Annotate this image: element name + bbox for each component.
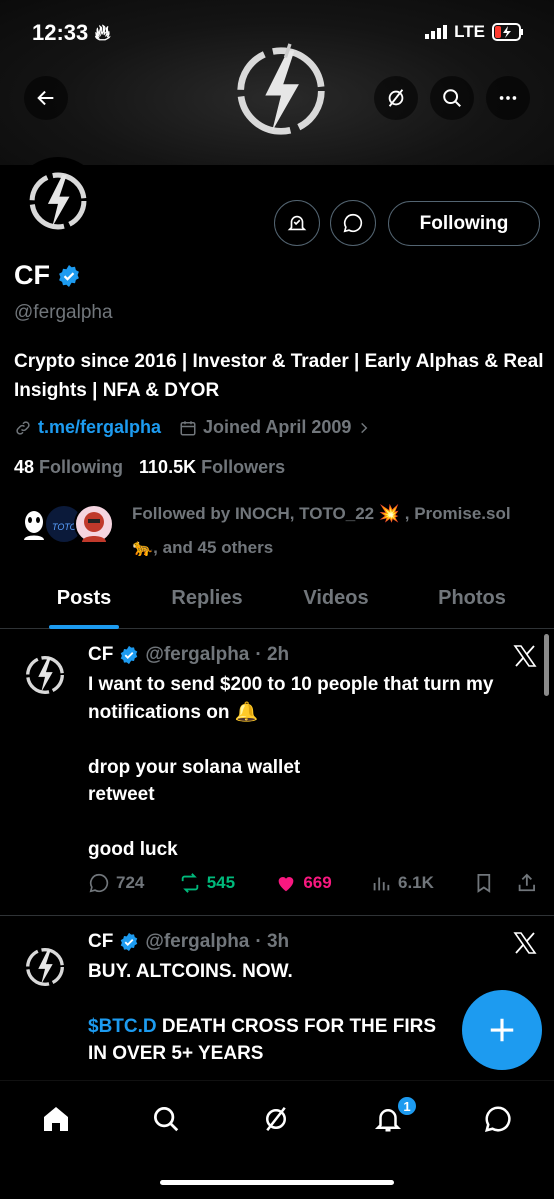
reply-button[interactable]: 724 (88, 872, 179, 894)
post-header: CF @fergalpha · 3h (88, 931, 289, 953)
bookmark-icon[interactable] (473, 872, 495, 894)
following-button[interactable]: Following (388, 201, 540, 246)
signal-icon (425, 25, 448, 39)
tab-replies[interactable]: Replies (168, 575, 246, 628)
grok-button[interactable] (374, 76, 418, 120)
nav-search[interactable] (148, 1101, 184, 1137)
chevron-right-icon[interactable] (357, 421, 371, 435)
verified-badge-icon (121, 645, 138, 665)
back-arrow-icon (37, 90, 54, 106)
scrollbar[interactable] (544, 634, 549, 696)
grok-icon (388, 89, 404, 107)
home-icon (44, 1107, 68, 1131)
tab-videos[interactable]: Videos (246, 575, 426, 628)
following-count-link[interactable]: 48 Following (14, 457, 123, 478)
post-time: · 2h (255, 644, 290, 665)
reply-icon (89, 873, 109, 893)
lightning-logo-avatar (29, 172, 87, 230)
battery-icon (492, 23, 523, 41)
verified-badge-icon (59, 264, 79, 287)
post-avatar[interactable] (20, 942, 70, 992)
joined-date: Joined April 2009 (203, 417, 352, 437)
profile-bio: Crypto since 2016 | Investor & Trader | … (14, 351, 544, 401)
views-chart-icon (373, 877, 390, 891)
home-indicator[interactable] (160, 1180, 394, 1185)
tab-photos[interactable]: Photos (426, 575, 518, 628)
compose-post-button[interactable] (462, 990, 542, 1070)
search-button[interactable] (430, 76, 474, 120)
profile-link[interactable]: t.me/fergalpha (38, 417, 161, 438)
post-actions: 724 545 669 6.1K (88, 872, 538, 894)
grok-icon (266, 1106, 286, 1132)
profile-avatar[interactable] (14, 157, 102, 245)
post-author-handle[interactable]: @fergalpha (145, 644, 249, 666)
views-button[interactable]: 6.1K (370, 872, 469, 894)
follow-counts: 48 Following 110.5K Followers (14, 457, 285, 478)
back-button[interactable] (24, 76, 68, 120)
svg-text:TOTO: TOTO (52, 522, 77, 532)
profile-meta: t.me/fergalpha Joined April 2009 (14, 417, 371, 438)
network-label: LTE (454, 22, 485, 41)
status-time: 12:33 🔥︎ (32, 20, 111, 45)
followers-count-link[interactable]: 110.5K Followers (139, 457, 285, 478)
profile-name: CF (14, 260, 50, 290)
more-options-button[interactable] (486, 76, 530, 120)
nav-home[interactable] (38, 1101, 74, 1137)
followed-by-text[interactable]: Followed by INOCH, TOTO_22 💥 , Promise.s… (132, 497, 547, 565)
profile-name-row: CF (14, 260, 81, 291)
share-icon[interactable] (516, 872, 538, 894)
calendar-icon (180, 420, 196, 435)
verified-badge-icon (121, 932, 138, 952)
post-text: I want to send $200 to 10 people that tu… (88, 674, 494, 860)
nav-grok[interactable] (258, 1101, 294, 1137)
tab-posts[interactable]: Posts (0, 575, 168, 628)
bell-check-icon (287, 215, 307, 231)
chat-bubble-icon (484, 1106, 511, 1133)
like-button[interactable]: 669 (275, 872, 370, 894)
heart-icon (279, 877, 294, 892)
post-header: CF @fergalpha · 2h (88, 644, 289, 666)
nav-messages[interactable] (480, 1101, 516, 1137)
flame-icon: 🔥︎ (94, 20, 111, 45)
profile-tabs: Posts Replies Videos Photos (0, 575, 554, 629)
repost-button[interactable]: 545 (179, 872, 276, 894)
lightning-logo-post (26, 948, 64, 986)
x-logo-icon[interactable] (512, 644, 538, 668)
post-divider (0, 915, 554, 916)
cashtag-link[interactable]: $BTC.D (88, 1016, 157, 1037)
profile-handle: @fergalpha (14, 302, 113, 323)
notify-button[interactable] (274, 200, 320, 246)
post-text-line3: IN OVER 5+ YEARS (88, 1043, 264, 1064)
post-text-line1: BUY. ALTCOINS. NOW. (88, 961, 293, 982)
nav-notifications[interactable]: 1 (370, 1095, 418, 1137)
post-author-handle[interactable]: @fergalpha (145, 931, 249, 953)
followed-by-avatars[interactable]: TOTO (14, 504, 134, 548)
lightning-logo-post (26, 656, 64, 694)
status-indicators: LTE (425, 22, 524, 42)
repost-icon (181, 873, 198, 893)
chat-bubble-icon (343, 213, 363, 233)
message-button[interactable] (330, 200, 376, 246)
more-icon (499, 96, 517, 100)
lightning-logo-banner (237, 43, 325, 135)
notification-badge: 1 (396, 1095, 418, 1117)
post-author-name[interactable]: CF (88, 644, 113, 666)
search-icon (154, 1107, 179, 1132)
post-author-name[interactable]: CF (88, 931, 113, 953)
link-icon (16, 420, 30, 435)
post-avatar[interactable] (20, 650, 70, 700)
plus-icon (490, 1018, 514, 1042)
follower-avatar (74, 504, 114, 544)
post-time: · 3h (255, 931, 290, 952)
search-icon (443, 89, 461, 107)
x-logo-icon[interactable] (512, 931, 538, 955)
